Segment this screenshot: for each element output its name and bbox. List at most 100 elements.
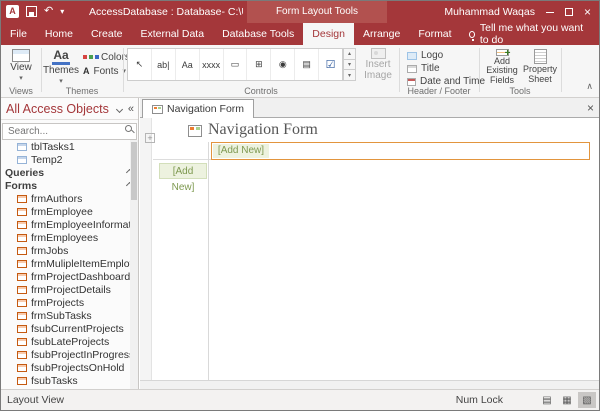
document-area: Navigation Form × Navigation Form + [Add… — [140, 98, 599, 389]
sidebar-section-forms[interactable]: Forms — [1, 179, 138, 192]
sidebar-item-temp2[interactable]: Temp2 — [1, 153, 138, 166]
add-new-button-horizontal[interactable]: [Add New] — [213, 144, 269, 158]
form-icon — [17, 234, 27, 242]
datasheet-view-icon[interactable]: ▦ — [558, 392, 576, 408]
horizontal-scrollbar[interactable] — [140, 380, 599, 389]
sidebar-item-frmemployees[interactable]: frmEmployees — [1, 231, 138, 244]
sidebar-item-frmprojects[interactable]: frmProjects — [1, 296, 138, 309]
navigation-pane-header[interactable]: All Access Objects « — [1, 98, 138, 120]
table-icon — [17, 143, 27, 151]
user-name[interactable]: Muhammad Waqas — [444, 1, 535, 23]
form-icon — [17, 364, 27, 372]
sidebar-item-tbltasks1[interactable]: tblTasks1 — [1, 140, 138, 153]
sidebar-item-frmemployeeinformation[interactable]: frmEmployeeInformation — [1, 218, 138, 231]
sidebar-item-label: frmProjectDashboard — [31, 271, 130, 283]
sidebar-item-frmemployee[interactable]: frmEmployee — [1, 205, 138, 218]
gallery-up-icon[interactable]: ▴ — [343, 48, 356, 60]
themes-button[interactable]: Aa Themes ▾ — [43, 47, 79, 85]
sidebar-item-label: fsubProjectInProgress — [31, 349, 134, 361]
sidebar-item-fsubtasks[interactable]: fsubTasks — [1, 374, 138, 387]
view-shortcut-buttons: ▤ ▦ ▧ — [538, 392, 596, 408]
collapse-ribbon-icon[interactable]: ∧ — [586, 81, 593, 92]
sidebar-item-frmprojectdashboard[interactable]: frmProjectDashboard — [1, 270, 138, 283]
sidebar-item-fsubprojectinprogress[interactable]: fsubProjectInProgress — [1, 348, 138, 361]
button-control[interactable]: xxxx — [200, 49, 224, 80]
sidebar-section-queries[interactable]: Queries — [1, 166, 138, 179]
hyperlink-control[interactable]: ⊞ — [247, 49, 271, 80]
selected-navigation-row[interactable]: [Add New] — [211, 142, 590, 160]
window-controls: × — [540, 1, 597, 23]
textbox-control[interactable]: ab| — [152, 49, 176, 80]
form-icon — [17, 377, 27, 385]
view-button[interactable]: View ▾ — [3, 47, 39, 85]
form-icon — [17, 260, 27, 268]
search-input[interactable] — [2, 123, 137, 140]
restore-button[interactable] — [559, 1, 578, 23]
select-pointer-control[interactable]: ↖ — [128, 49, 152, 80]
tab-create[interactable]: Create — [82, 23, 132, 45]
sidebar-item-fsubprojectsonhold[interactable]: fsubProjectsOnHold — [1, 361, 138, 374]
sidebar-item-label: frmEmployeeInformation — [31, 219, 138, 231]
form-title[interactable]: Navigation Form — [208, 121, 318, 139]
label-control[interactable]: Aa — [176, 49, 200, 80]
header-footer-buttons: Logo Title Date and Time — [403, 49, 485, 88]
layout-selector-icon[interactable]: + — [145, 133, 155, 143]
minimize-button[interactable] — [540, 1, 559, 23]
access-window: Form Layout Tools A ↶ ▾ AccessDatabase :… — [0, 0, 600, 411]
property-sheet-button[interactable]: Property Sheet — [522, 47, 558, 85]
sidebar-item-fsubcurrentprojects[interactable]: fsubCurrentProjects — [1, 322, 138, 335]
qat-dropdown-icon[interactable]: ▾ — [60, 7, 64, 16]
tab-control[interactable]: ▭ — [224, 49, 248, 80]
document-tab-label: Navigation Form — [167, 103, 244, 115]
save-icon[interactable] — [26, 6, 37, 17]
tab-database-tools[interactable]: Database Tools — [213, 23, 303, 45]
sidebar-item-label: frmProjectDetails — [31, 284, 111, 296]
add-new-button-vertical[interactable]: [Add New] — [159, 163, 207, 179]
shutter-close-icon[interactable]: « — [128, 103, 134, 115]
navigation-form-icon — [152, 105, 163, 114]
dropdown-icon: ▾ — [19, 74, 23, 84]
close-button[interactable]: × — [578, 1, 597, 23]
undo-icon[interactable]: ↶ — [44, 5, 53, 18]
tab-file[interactable]: File — [1, 23, 36, 45]
document-tab-navigation-form[interactable]: Navigation Form — [142, 99, 254, 118]
search-icon[interactable] — [125, 125, 132, 132]
tell-me-box[interactable]: Tell me what you want to do — [461, 23, 599, 45]
sidebar-item-label: fsubLateProjects — [31, 336, 109, 348]
sidebar-item-frmprojectdetails[interactable]: frmProjectDetails — [1, 283, 138, 296]
status-bar: Layout View Num Lock ▤ ▦ ▧ — [1, 389, 599, 410]
ribbon: View ▾ Views Aa Themes ▾ Colors ▾ A Font… — [1, 45, 599, 98]
sidebar-item-label: fsubTasks — [31, 375, 78, 387]
nav-pane-menu-icon[interactable] — [116, 105, 123, 112]
title-button[interactable]: Title — [403, 62, 485, 75]
gallery-down-icon[interactable]: ▾ — [343, 60, 356, 71]
form-view-icon[interactable]: ▤ — [538, 392, 556, 408]
scrollbar-thumb[interactable] — [131, 142, 137, 200]
layout-view-icon[interactable]: ▧ — [578, 392, 596, 408]
tab-format[interactable]: Format — [409, 23, 460, 45]
tab-design[interactable]: Design — [303, 23, 354, 45]
sidebar-item-frmauthors[interactable]: frmAuthors — [1, 192, 138, 205]
insert-image-button[interactable]: Insert Image — [359, 47, 397, 85]
num-lock-indicator: Num Lock — [456, 390, 503, 410]
close-document-icon[interactable]: × — [587, 100, 594, 116]
title-label: Title — [421, 63, 440, 74]
sidebar-item-frmmulipleitememployee[interactable]: frmMulipleItemEmployee — [1, 257, 138, 270]
tab-home[interactable]: Home — [36, 23, 82, 45]
option-button-control[interactable]: ◉ — [271, 49, 295, 80]
checkbox-control[interactable]: ☑ — [319, 49, 342, 80]
add-fields-label-1: Add Existing — [483, 57, 521, 75]
gallery-more-icon[interactable]: ▾ — [343, 70, 356, 81]
tab-external-data[interactable]: External Data — [131, 23, 213, 45]
sidebar-item-fsublateprojects[interactable]: fsubLateProjects — [1, 335, 138, 348]
sidebar-scrollbar[interactable] — [130, 140, 138, 389]
add-existing-fields-button[interactable]: Add Existing Fields — [483, 47, 521, 85]
list-box-control[interactable]: ▤ — [295, 49, 319, 80]
access-app-icon[interactable]: A — [6, 5, 19, 18]
tab-arrange[interactable]: Arrange — [354, 23, 409, 45]
sidebar-item-frmjobs[interactable]: frmJobs — [1, 244, 138, 257]
logo-icon — [407, 52, 417, 60]
logo-button[interactable]: Logo — [403, 49, 485, 62]
sidebar-item-frmsubtasks[interactable]: frmSubTasks — [1, 309, 138, 322]
object-list: tblTasks1 Temp2 Queries Forms frmAuthors… — [1, 140, 138, 389]
